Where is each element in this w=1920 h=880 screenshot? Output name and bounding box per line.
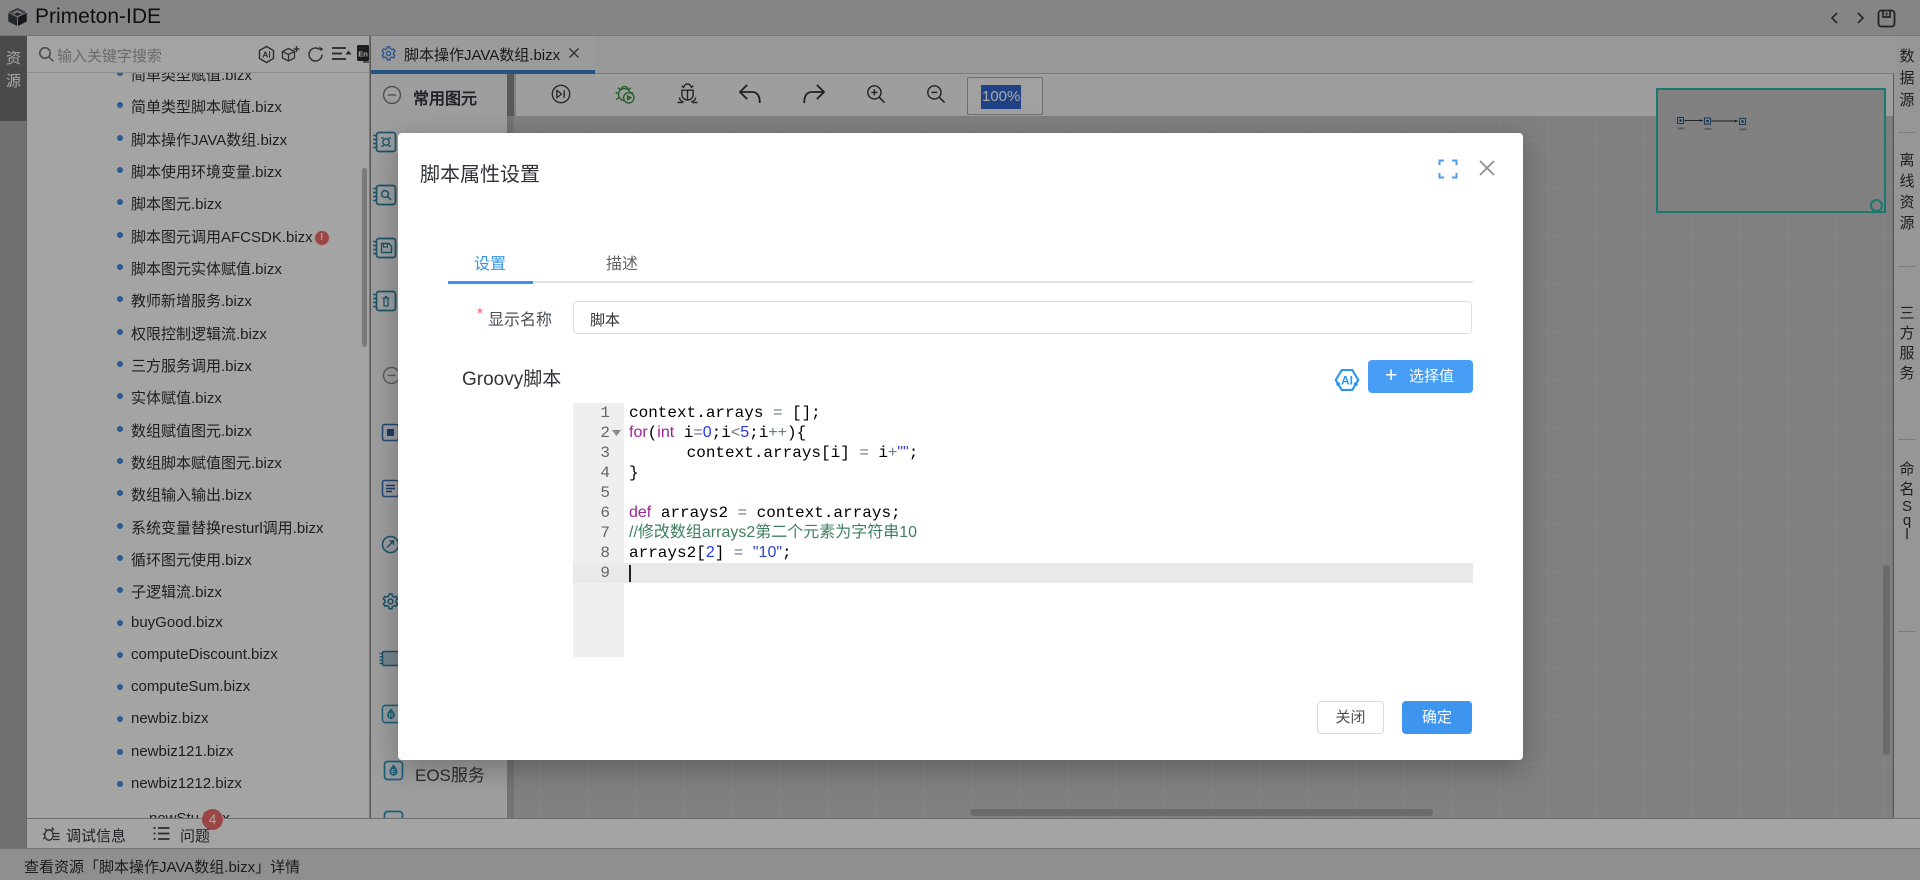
svg-text:AI: AI	[1341, 374, 1353, 388]
